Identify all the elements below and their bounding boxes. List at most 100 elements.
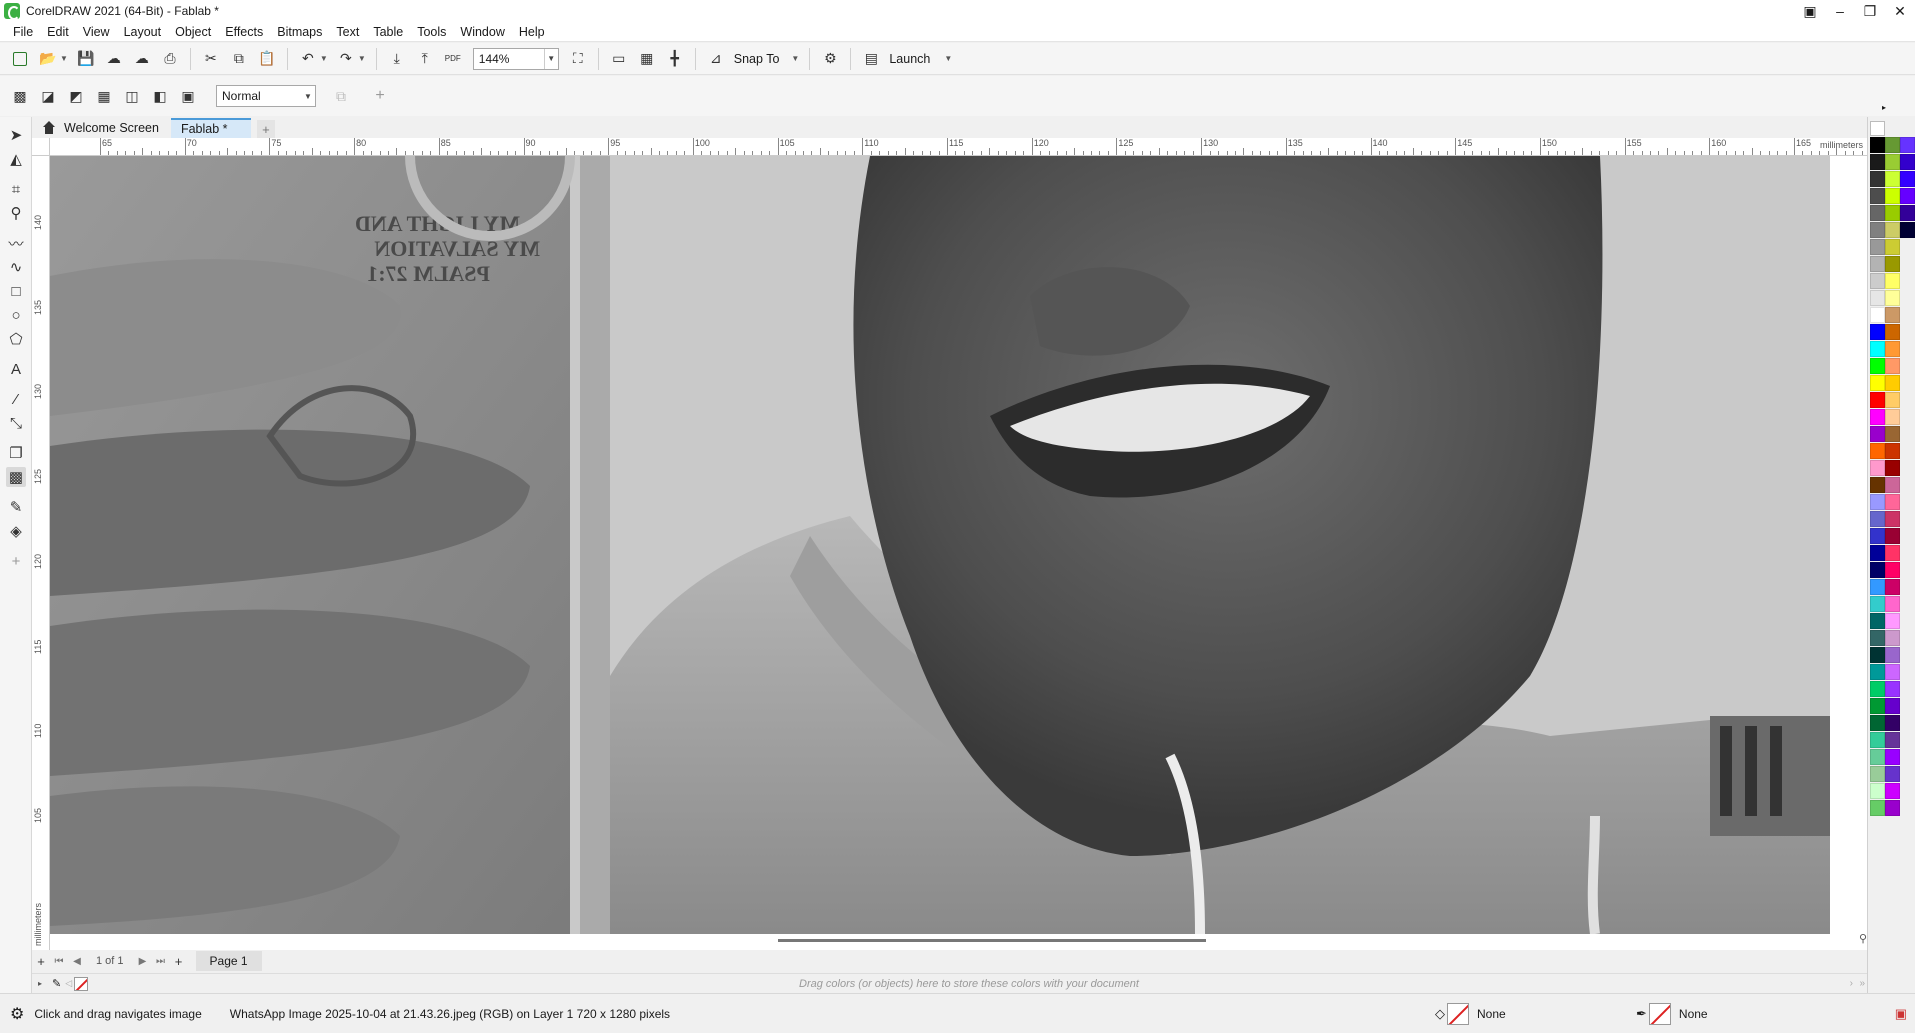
color-swatch[interactable] [1870,205,1885,221]
color-swatch[interactable] [1870,681,1885,697]
scrollbar-thumb[interactable] [778,939,1206,942]
color-swatch[interactable] [1885,171,1900,187]
menu-bitmaps[interactable]: Bitmaps [270,22,329,42]
no-color-swatch[interactable] [74,976,89,991]
color-swatch[interactable] [1870,579,1885,595]
copy-icon[interactable]: ⧉ [228,48,250,70]
color-swatch[interactable] [1885,647,1900,663]
color-swatch[interactable] [1870,511,1885,527]
shape-tool-icon[interactable]: ◭ [6,149,26,169]
menu-view[interactable]: View [76,22,117,42]
color-swatch[interactable] [1870,239,1885,255]
full-screen-preview-icon[interactable]: ▭ [608,48,630,70]
add-page-before-button[interactable]: + [32,954,50,969]
color-swatch[interactable] [1900,222,1915,238]
color-swatch[interactable] [1885,290,1900,306]
color-swatch[interactable] [1885,426,1900,442]
color-swatch[interactable] [1870,613,1885,629]
zoom-corner-icon[interactable]: ⚲ [1859,932,1867,945]
add-property-icon[interactable]: + [369,85,391,107]
close-button[interactable]: ✕ [1885,0,1915,22]
page-tab-1[interactable]: Page 1 [195,951,262,971]
color-swatch[interactable] [1870,698,1885,714]
horizontal-scrollbar[interactable]: ⚲ [50,932,1867,946]
launch-dropdown-icon[interactable]: ▼ [944,54,952,63]
transparency-vector-icon[interactable]: ▦ [93,85,115,107]
eyedropper-tool-icon[interactable]: ✎ [6,497,26,517]
color-swatch[interactable] [1870,596,1885,612]
menu-text[interactable]: Text [329,22,366,42]
color-swatch[interactable] [1870,358,1885,374]
minimize-button[interactable]: – [1825,0,1855,22]
color-swatch[interactable] [1885,698,1900,714]
vertical-ruler[interactable]: 140 135 130 125 120 115 110 105 millimeters [32,156,50,952]
open-dropdown-icon[interactable]: ▼ [60,54,68,63]
color-swatch[interactable] [1870,715,1885,731]
ellipse-tool-icon[interactable]: ○ [6,305,26,325]
chevron-down-icon[interactable]: ▼ [543,48,558,69]
color-swatch[interactable] [1870,630,1885,646]
color-swatch[interactable] [1885,715,1900,731]
color-swatch[interactable] [1885,579,1900,595]
first-page-icon[interactable]: ⏮ [50,956,68,967]
color-swatch[interactable] [1885,273,1900,289]
color-swatch[interactable] [1870,647,1885,663]
undo-icon[interactable]: ↶ [297,48,319,70]
eyedropper-icon[interactable]: ✎ [52,977,61,990]
zoom-level-combo[interactable]: 144% ▼ [472,47,559,70]
cloud-upload-icon[interactable]: ☁ [131,48,153,70]
options-gear-icon[interactable]: ⚙ [819,48,841,70]
palette-expand-icon[interactable]: ▸ [38,979,42,988]
chevron-down-icon[interactable]: ▼ [301,86,315,106]
status-gear-icon[interactable]: ⚙ [10,1004,24,1024]
export-pdf-icon[interactable]: PDF [442,48,464,70]
color-swatch[interactable] [1885,749,1900,765]
launch-icon[interactable]: ▤ [860,48,882,70]
rectangle-tool-icon[interactable]: □ [6,281,26,301]
color-swatch[interactable] [1885,545,1900,561]
zoom-to-page-icon[interactable]: ⛶ [567,48,589,70]
add-page-after-button[interactable]: + [170,954,188,969]
color-swatch[interactable] [1885,562,1900,578]
cloud-download-icon[interactable]: ☁ [103,48,125,70]
menu-edit[interactable]: Edit [40,22,76,42]
transparency-tool-icon[interactable]: ▩ [6,467,26,487]
color-swatch[interactable] [1885,222,1900,238]
last-page-icon[interactable]: ⏭ [152,956,170,967]
import-icon[interactable]: ⤓ [386,48,408,70]
text-tool-icon[interactable]: A [6,359,26,379]
drop-shadow-tool-icon[interactable]: ❐ [6,443,26,463]
color-swatch[interactable] [1885,392,1900,408]
palette-menu-icon[interactable]: » [1859,978,1865,989]
color-swatch[interactable] [1870,273,1885,289]
new-tab-button[interactable]: + [256,120,275,138]
redo-icon[interactable]: ↷ [335,48,357,70]
transparency-bitmap-icon[interactable]: ◫ [121,85,143,107]
color-swatch[interactable] [1885,477,1900,493]
color-swatch[interactable] [1885,341,1900,357]
color-swatch[interactable] [1870,477,1885,493]
color-swatch[interactable] [1870,443,1885,459]
drawing-canvas[interactable]: MY LIGHT AND MY SALVATION PSALM 27:1 [50,156,1868,952]
color-swatch[interactable] [1900,137,1915,153]
palette-scroll-up-icon[interactable]: ▸ [1882,103,1886,112]
show-grid-icon[interactable]: ▦ [636,48,658,70]
color-swatch[interactable] [1870,800,1885,816]
new-document-icon[interactable] [9,48,31,70]
color-swatch[interactable] [1870,392,1885,408]
color-swatch[interactable] [1900,171,1915,187]
color-swatch[interactable] [1885,460,1900,476]
color-proofing-icon[interactable]: ▣ [1895,1006,1907,1022]
transparency-texture-icon[interactable]: ▣ [177,85,199,107]
redo-dropdown-icon[interactable]: ▼ [358,54,366,63]
freehand-tool-icon[interactable]: 〰 [6,233,26,253]
cut-icon[interactable]: ✂ [200,48,222,70]
palette-scroll-right-icon[interactable]: › [1850,978,1853,989]
menu-window[interactable]: Window [453,22,511,42]
color-swatch[interactable] [1885,494,1900,510]
launch-label[interactable]: Launch [889,52,930,66]
color-swatch[interactable] [1870,732,1885,748]
transparency-linear-icon[interactable]: ◪ [37,85,59,107]
artistic-media-tool-icon[interactable]: ∿ [6,257,26,277]
undo-dropdown-icon[interactable]: ▼ [320,54,328,63]
